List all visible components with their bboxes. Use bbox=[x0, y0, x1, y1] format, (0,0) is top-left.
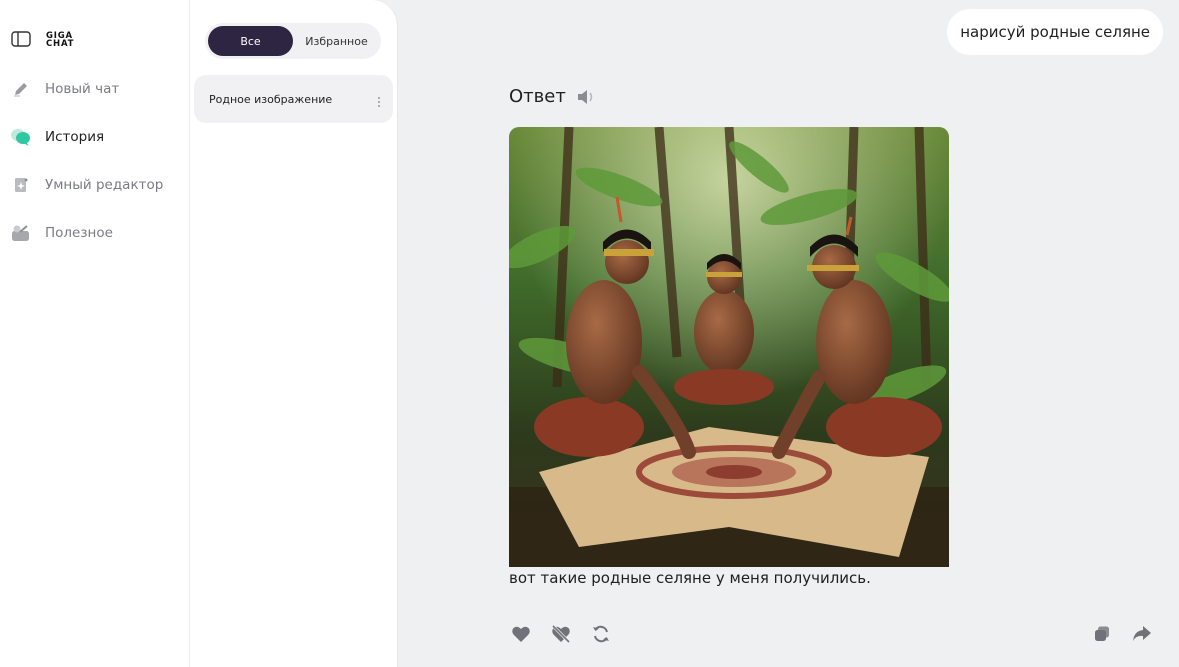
history-filter-toggle: Все Избранное bbox=[205, 23, 381, 59]
nav-item-useful[interactable]: Полезное bbox=[10, 221, 113, 245]
nav-item-smart-editor[interactable]: Умный редактор bbox=[10, 173, 163, 197]
response-text: вот такие родные селяне у меня получилис… bbox=[509, 569, 871, 587]
generated-image[interactable] bbox=[509, 127, 949, 567]
user-message: нарисуй родные селяне bbox=[947, 9, 1163, 55]
sidebar-toggle-icon[interactable] bbox=[10, 30, 32, 48]
nav-item-history[interactable]: История bbox=[10, 125, 104, 149]
like-icon[interactable] bbox=[509, 622, 533, 646]
logo-line2: CHAT bbox=[46, 38, 75, 49]
useful-icon bbox=[10, 223, 32, 243]
nav-item-label: Полезное bbox=[45, 225, 113, 241]
nav-item-label: История bbox=[45, 129, 105, 145]
response-title: Ответ bbox=[509, 86, 566, 107]
regenerate-icon[interactable] bbox=[589, 622, 613, 646]
more-options-icon[interactable] bbox=[377, 93, 381, 107]
response-header: Ответ bbox=[509, 86, 596, 107]
pencil-icon bbox=[10, 79, 32, 99]
share-icon[interactable] bbox=[1130, 622, 1154, 646]
chat-bubbles-icon bbox=[10, 127, 32, 147]
nav-item-new-chat[interactable]: Новый чат bbox=[10, 77, 119, 101]
nav-rail: GIGA CHAT Новый чат История Умный редакт… bbox=[0, 0, 190, 667]
speaker-icon[interactable] bbox=[576, 88, 596, 106]
sidebar: GIGA CHAT Новый чат История Умный редакт… bbox=[0, 0, 398, 667]
copy-icon[interactable] bbox=[1090, 622, 1114, 646]
history-item-title: Родное изображение bbox=[209, 92, 333, 106]
nav-item-label: Умный редактор bbox=[45, 177, 164, 193]
chat-area: нарисуй родные селяне Ответ вот такие ро… bbox=[398, 0, 1179, 667]
dislike-icon[interactable] bbox=[549, 622, 573, 646]
tab-favorites[interactable]: Избранное bbox=[295, 26, 378, 56]
smart-editor-icon bbox=[10, 175, 32, 195]
tab-all[interactable]: Все bbox=[208, 26, 293, 56]
history-item[interactable]: Родное изображение bbox=[194, 75, 393, 123]
nav-item-label: Новый чат bbox=[45, 81, 120, 97]
logo[interactable]: GIGA CHAT bbox=[46, 32, 75, 49]
